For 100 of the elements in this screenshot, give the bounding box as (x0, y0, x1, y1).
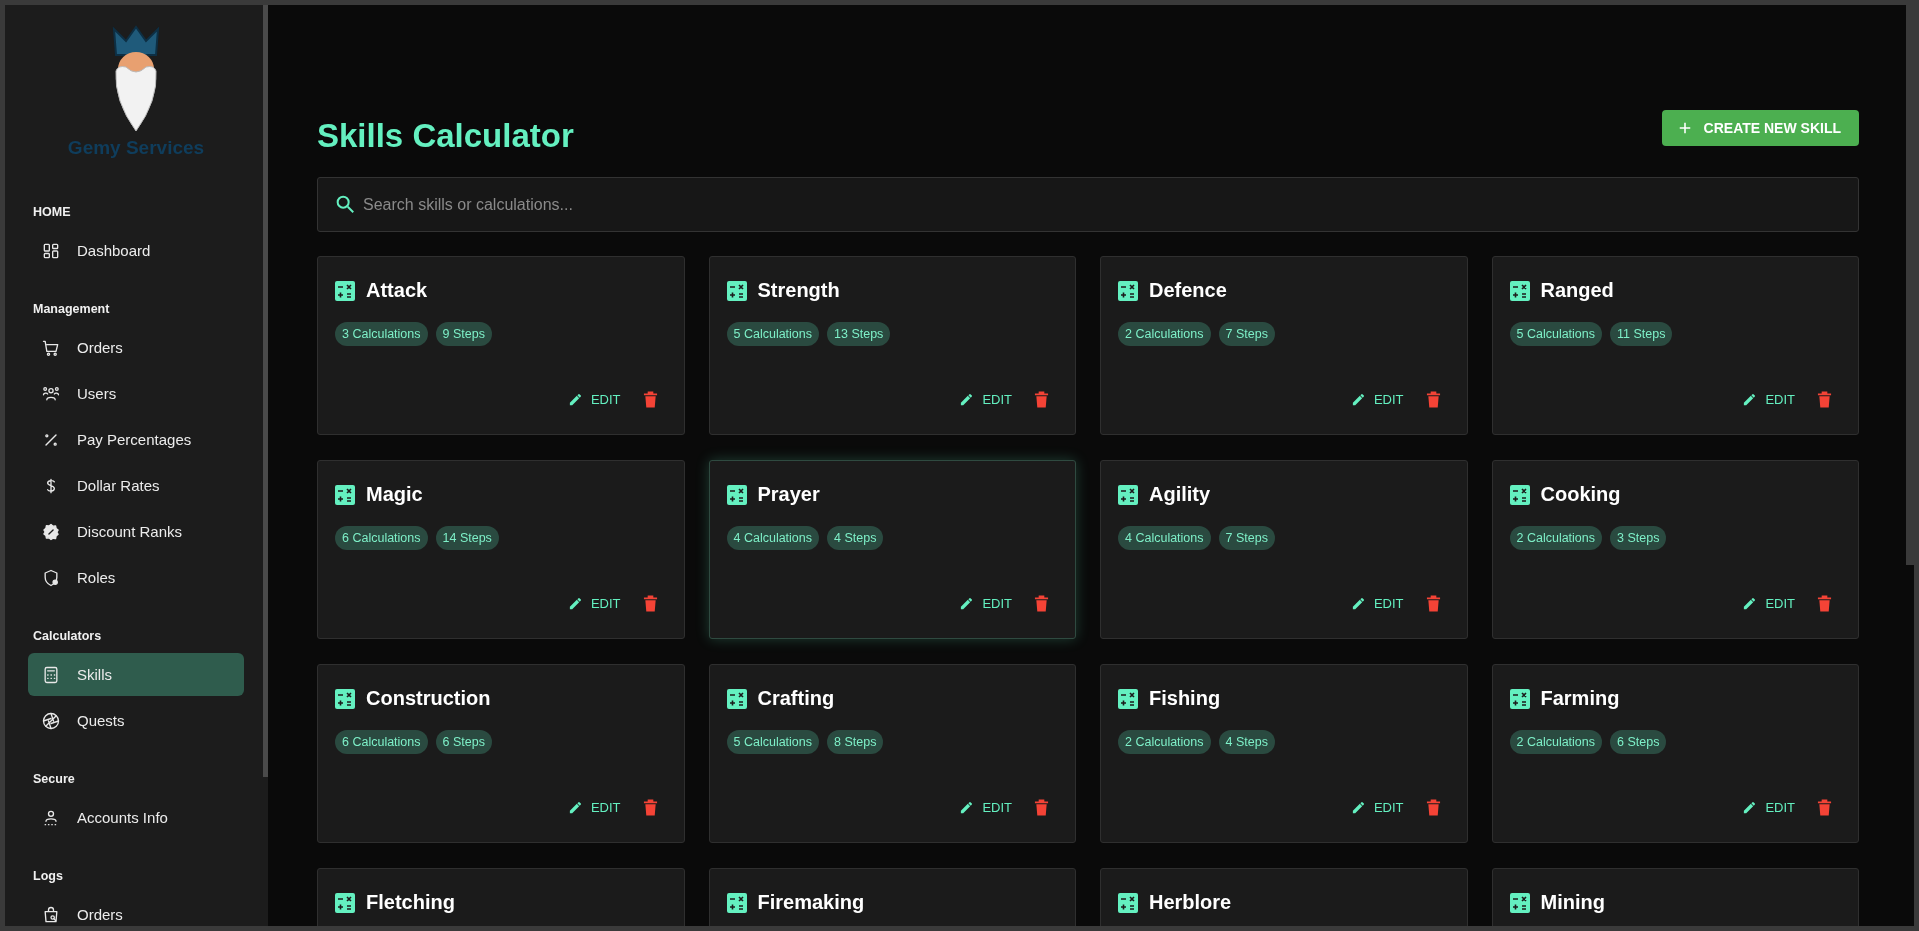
trash-icon[interactable] (642, 594, 658, 612)
trash-icon[interactable] (1817, 798, 1832, 816)
skill-title: Construction (366, 687, 491, 710)
count-badge: 4 Steps (827, 526, 884, 550)
skill-card[interactable]: Crafting 5 Calculations 8 Steps EDIT (708, 664, 1076, 843)
trash-icon[interactable] (1425, 594, 1441, 612)
badge-icon (41, 521, 61, 542)
trash-icon[interactable] (642, 798, 658, 816)
sidebar-item[interactable]: Skills (28, 653, 244, 696)
skill-card[interactable]: Construction 6 Calculations 6 Steps EDIT (317, 664, 685, 843)
edit-button[interactable]: EDIT (1742, 391, 1795, 407)
calculator-icon (726, 484, 747, 505)
skill-card[interactable]: Herblore (1100, 868, 1468, 926)
skill-card[interactable]: Cooking 2 Calculations 3 Steps EDIT (1491, 460, 1859, 639)
count-badge: 3 Steps (1610, 526, 1667, 550)
trash-icon[interactable] (642, 390, 658, 408)
skill-title: Strength (757, 279, 840, 302)
skill-title: Fishing (1149, 687, 1221, 710)
trash-icon[interactable] (1817, 390, 1832, 408)
pencil-icon (567, 595, 583, 611)
sidebar-item[interactable]: Discount Ranks (28, 510, 244, 553)
edit-button[interactable]: EDIT (959, 595, 1012, 611)
skill-title: Mining (1540, 891, 1605, 914)
pencil-icon (1350, 799, 1366, 815)
count-badge: 5 Calculations (1509, 322, 1602, 346)
skill-title: Defence (1149, 279, 1227, 302)
trash-icon[interactable] (1817, 594, 1832, 612)
sidebar-item[interactable]: Pay Percentages (28, 418, 244, 461)
count-badge: 11 Steps (1610, 322, 1673, 346)
sidebar-item[interactable]: Roles (28, 556, 244, 599)
skill-card[interactable]: Fletching (317, 868, 685, 926)
count-badge: 14 Steps (435, 526, 499, 550)
skill-title: Farming (1540, 687, 1620, 710)
skill-card[interactable]: Firemaking (708, 868, 1076, 926)
pencil-icon (1742, 799, 1758, 815)
count-badge: 7 Steps (1218, 322, 1275, 346)
calculator-icon (1509, 892, 1530, 913)
skill-title: Magic (366, 483, 423, 506)
trash-icon[interactable] (1034, 798, 1049, 816)
skill-card[interactable]: Fishing 2 Calculations 4 Steps EDIT (1100, 664, 1468, 843)
count-badge: 2 Calculations (1118, 322, 1211, 346)
edit-button[interactable]: EDIT (567, 391, 621, 407)
trash-icon[interactable] (1425, 390, 1441, 408)
trash-icon[interactable] (1034, 390, 1049, 408)
edit-button[interactable]: EDIT (1742, 595, 1795, 611)
calculator-icon (726, 688, 747, 709)
sidebar-item[interactable]: Quests (28, 699, 244, 742)
search-field[interactable]: Search skills or calculations... (317, 177, 1859, 232)
edit-button[interactable]: EDIT (1742, 799, 1795, 815)
count-badge: 9 Steps (435, 322, 492, 346)
skill-card[interactable]: Ranged 5 Calculations 11 Steps EDIT (1491, 256, 1859, 435)
sidebar-item[interactable]: Orders (28, 893, 244, 926)
pencil-icon (959, 595, 975, 611)
trash-icon[interactable] (1034, 594, 1049, 612)
count-badge: 2 Calculations (1118, 730, 1211, 754)
skill-card[interactable]: Defence 2 Calculations 7 Steps EDIT (1100, 256, 1468, 435)
sidebar-item[interactable]: Users (28, 372, 244, 415)
section-label: HOME (33, 205, 72, 219)
count-badge: 6 Steps (1610, 730, 1667, 754)
edit-button[interactable]: EDIT (1350, 799, 1404, 815)
count-badge: 4 Calculations (726, 526, 819, 550)
calculator-icon (1118, 688, 1138, 709)
sidebar-item[interactable]: Accounts Info (28, 796, 244, 839)
skill-title: Ranged (1540, 279, 1614, 302)
skill-card[interactable]: Mining (1491, 868, 1859, 926)
count-badge: 2 Calculations (1509, 526, 1602, 550)
count-badge: 8 Steps (827, 730, 884, 754)
calculator-icon (1118, 484, 1138, 505)
edit-button[interactable]: EDIT (1350, 595, 1404, 611)
edit-button[interactable]: EDIT (1350, 391, 1404, 407)
pencil-icon (567, 799, 583, 815)
calculator-icon (726, 280, 747, 301)
skill-title: Attack (366, 279, 428, 302)
count-badge: 13 Steps (827, 322, 891, 346)
count-badge: 4 Steps (1218, 730, 1275, 754)
edit-button[interactable]: EDIT (959, 391, 1012, 407)
search-icon (334, 193, 356, 215)
skill-card[interactable]: Agility 4 Calculations 7 Steps EDIT (1100, 460, 1468, 639)
edit-button[interactable]: EDIT (959, 799, 1012, 815)
section-label: Secure (33, 772, 76, 786)
edit-button[interactable]: EDIT (567, 799, 621, 815)
skill-card[interactable]: Magic 6 Calculations 14 Steps EDIT (317, 460, 685, 639)
sidebar-item[interactable]: Dollar Rates (28, 464, 244, 507)
calculator-icon (1509, 280, 1530, 301)
section-label: Logs (33, 869, 64, 883)
count-badge: 6 Calculations (335, 730, 428, 754)
trash-icon[interactable] (1425, 798, 1441, 816)
count-badge: 3 Calculations (335, 322, 428, 346)
count-badge: 5 Calculations (726, 322, 819, 346)
skill-card[interactable]: Prayer 4 Calculations 4 Steps EDIT (708, 460, 1076, 639)
skill-card[interactable]: Strength 5 Calculations 13 Steps EDIT (708, 256, 1076, 435)
pencil-icon (567, 391, 583, 407)
skill-card[interactable]: Farming 2 Calculations 6 Steps EDIT (1491, 664, 1859, 843)
skill-card[interactable]: Attack 3 Calculations 9 Steps EDIT (317, 256, 685, 435)
scrollbar[interactable] (263, 5, 268, 777)
sidebar-item[interactable]: Orders (28, 326, 244, 369)
calculator-icon (726, 892, 747, 913)
edit-button[interactable]: EDIT (567, 595, 621, 611)
sidebar-item[interactable]: Dashboard (28, 229, 244, 272)
calculator-icon (335, 688, 355, 709)
